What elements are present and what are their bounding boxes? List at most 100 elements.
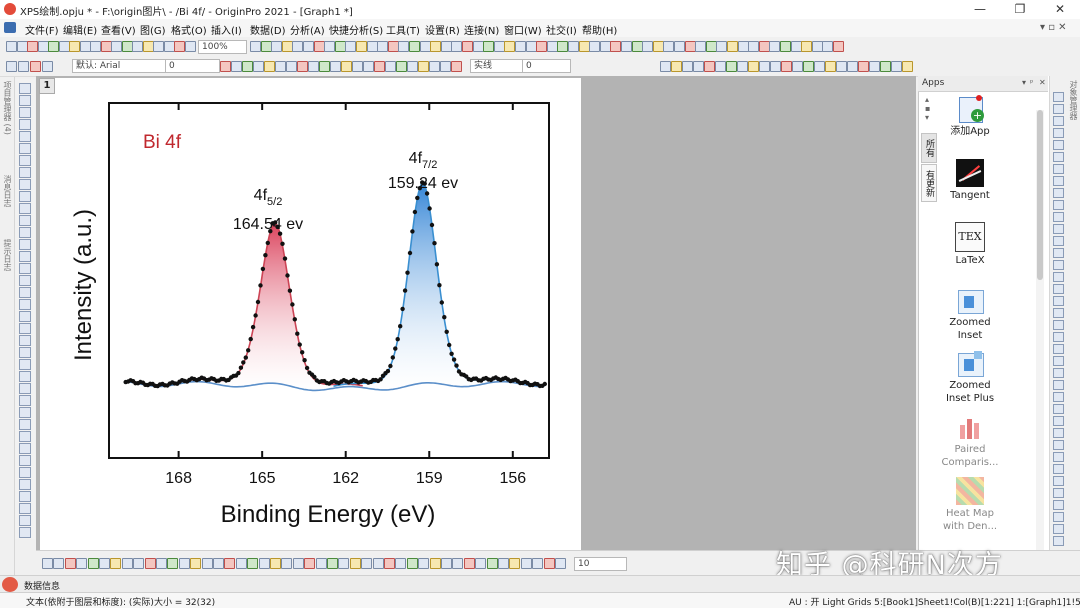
toolbar-button[interactable] bbox=[674, 41, 685, 52]
toolbar-button[interactable] bbox=[18, 61, 29, 72]
toolbar-button[interactable] bbox=[483, 41, 495, 52]
toolbar-button[interactable] bbox=[16, 41, 28, 52]
toolbar-button[interactable] bbox=[610, 41, 622, 52]
toolbar-button[interactable] bbox=[599, 41, 611, 52]
apps-menu-icon[interactable]: ▾ bbox=[1022, 78, 1026, 87]
object-tool-button[interactable] bbox=[1053, 92, 1064, 102]
app-tangent[interactable]: Tangent bbox=[940, 159, 1000, 202]
drawing-tool-button[interactable] bbox=[19, 311, 31, 322]
object-tool-button[interactable] bbox=[1053, 320, 1064, 330]
object-tool-button[interactable] bbox=[1053, 248, 1064, 258]
toolbar-button[interactable] bbox=[858, 61, 869, 72]
toolbar-button[interactable] bbox=[504, 41, 516, 52]
drawing-tool-button[interactable] bbox=[19, 407, 31, 418]
drawing-tool-button[interactable] bbox=[19, 287, 31, 298]
toolbar-button[interactable] bbox=[462, 41, 473, 52]
toolbar-button[interactable] bbox=[99, 558, 110, 569]
toolbar-button[interactable] bbox=[334, 41, 346, 52]
minimize-button[interactable]: — bbox=[960, 0, 1000, 19]
object-tool-button[interactable] bbox=[1053, 176, 1064, 186]
toolbar-button[interactable] bbox=[110, 558, 122, 569]
toolbar-button[interactable] bbox=[213, 558, 224, 569]
menu-connect[interactable]: 连接(N) bbox=[464, 22, 499, 37]
toolbar-button[interactable] bbox=[769, 41, 781, 52]
menu-tools[interactable]: 工具(T) bbox=[386, 22, 420, 37]
object-tool-button[interactable] bbox=[1053, 212, 1064, 222]
object-tool-button[interactable] bbox=[1053, 452, 1064, 462]
toolbar-button[interactable] bbox=[79, 41, 91, 52]
toolbar-button[interactable] bbox=[429, 558, 441, 569]
toolbar-button[interactable] bbox=[313, 41, 325, 52]
toolbar-button[interactable] bbox=[418, 558, 430, 569]
object-tool-button[interactable] bbox=[1053, 428, 1064, 438]
toolbar-button[interactable] bbox=[133, 558, 145, 569]
menu-analysis[interactable]: 分析(A) bbox=[290, 22, 325, 37]
toolbar-button[interactable] bbox=[374, 61, 385, 72]
object-manager-tab[interactable]: 对象管理器 bbox=[1068, 80, 1079, 120]
menu-data[interactable]: 数据(D) bbox=[250, 22, 286, 37]
toolbar-button[interactable] bbox=[814, 61, 825, 72]
toolbar-button[interactable] bbox=[748, 61, 759, 72]
toolbar-button[interactable] bbox=[568, 41, 579, 52]
toolbar-button[interactable] bbox=[258, 558, 270, 569]
toolbar-button[interactable] bbox=[419, 41, 431, 52]
menu-help[interactable]: 帮助(H) bbox=[582, 22, 617, 37]
toolbar-button[interactable] bbox=[48, 41, 59, 52]
drawing-tool-button[interactable] bbox=[19, 143, 31, 154]
maximize-button[interactable]: ❐ bbox=[1000, 0, 1040, 19]
toolbar-button[interactable] bbox=[396, 61, 407, 72]
drawing-tool-button[interactable] bbox=[19, 131, 31, 142]
toolbar-button[interactable] bbox=[315, 558, 327, 569]
object-tool-button[interactable] bbox=[1053, 356, 1064, 366]
toolbar-button[interactable] bbox=[671, 61, 682, 72]
project-explorer-tab[interactable]: 项目管理器 (4) bbox=[2, 81, 13, 135]
object-tool-button[interactable] bbox=[1053, 296, 1064, 306]
toolbar-button[interactable] bbox=[281, 558, 293, 569]
toolbar-button[interactable] bbox=[811, 41, 823, 52]
object-tool-button[interactable] bbox=[1053, 488, 1064, 498]
toolbar-button[interactable] bbox=[780, 41, 791, 52]
toolbar-button[interactable] bbox=[704, 61, 715, 72]
toolbar-button[interactable] bbox=[231, 61, 242, 72]
object-tool-button[interactable] bbox=[1053, 332, 1064, 342]
toolbar-button[interactable] bbox=[475, 558, 487, 569]
toolbar-button[interactable] bbox=[153, 41, 164, 52]
close-button[interactable]: ✕ bbox=[1040, 0, 1080, 19]
toolbar-button[interactable] bbox=[341, 61, 352, 72]
object-tool-button[interactable] bbox=[1053, 512, 1064, 522]
drawing-tool-button[interactable] bbox=[19, 83, 31, 94]
toolbar-button[interactable] bbox=[220, 61, 231, 72]
menu-social[interactable]: 社交(I) bbox=[546, 22, 577, 37]
toolbar-button[interactable] bbox=[37, 41, 49, 52]
toolbar-button[interactable] bbox=[87, 558, 99, 569]
child-window-controls[interactable]: ▾ ▫ ✕ bbox=[1040, 22, 1067, 33]
x-axis-title[interactable]: Binding Energy (eV) bbox=[221, 501, 436, 528]
toolbar-button[interactable] bbox=[361, 558, 373, 569]
toolbar-button[interactable] bbox=[264, 61, 275, 72]
toolbar-button[interactable] bbox=[652, 41, 664, 52]
toolbar-button[interactable] bbox=[705, 41, 717, 52]
graph-window-icon[interactable] bbox=[4, 22, 16, 33]
toolbar-button[interactable] bbox=[174, 41, 185, 52]
toolbar-button[interactable] bbox=[801, 41, 813, 52]
toolbar-button[interactable] bbox=[792, 61, 803, 72]
toolbar-button[interactable] bbox=[715, 61, 726, 72]
drawing-tool-button[interactable] bbox=[19, 251, 31, 262]
toolbar-button[interactable] bbox=[281, 41, 293, 52]
toolbar-button[interactable] bbox=[271, 41, 283, 52]
menu-view[interactable]: 查看(V) bbox=[101, 22, 136, 37]
drawing-tool-button[interactable] bbox=[19, 299, 31, 310]
toolbar-button[interactable] bbox=[440, 41, 452, 52]
toolbar-button[interactable] bbox=[555, 558, 566, 569]
toolbar-button[interactable] bbox=[441, 558, 452, 569]
toolbar-button[interactable] bbox=[242, 61, 253, 72]
origin-app-icon[interactable] bbox=[4, 3, 16, 15]
toolbar-button[interactable] bbox=[163, 41, 175, 52]
toolbar-button[interactable] bbox=[790, 41, 802, 52]
toolbar-button[interactable] bbox=[525, 41, 537, 52]
toolbar-button[interactable] bbox=[324, 41, 336, 52]
toolbar-button[interactable] bbox=[398, 41, 410, 52]
apps-tab-all[interactable]: 所有 bbox=[921, 133, 937, 163]
object-tool-button[interactable] bbox=[1053, 536, 1064, 546]
menu-graph[interactable]: 图(G) bbox=[140, 22, 166, 37]
